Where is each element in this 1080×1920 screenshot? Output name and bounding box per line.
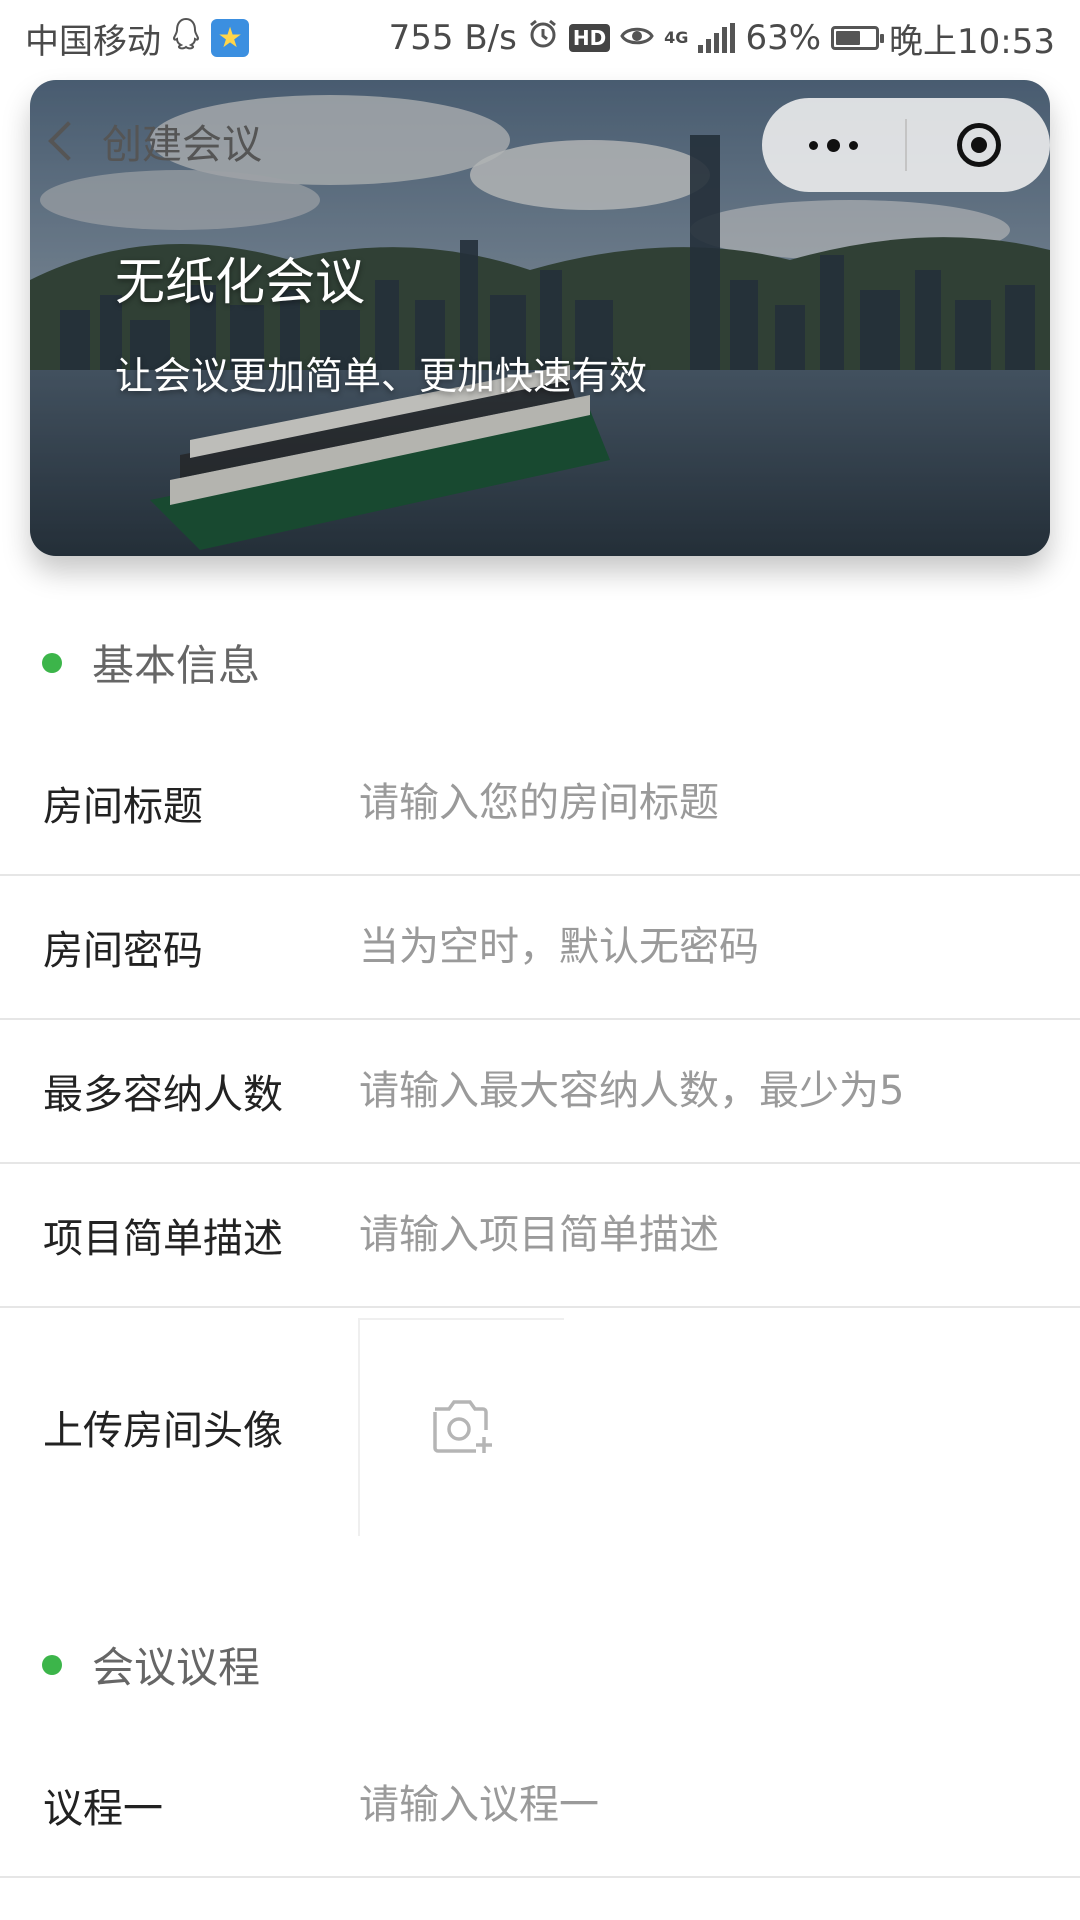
section-dot-icon — [42, 652, 62, 673]
section-title: 会议议程 — [92, 1643, 261, 1692]
section-header-basic: 基本信息 — [42, 632, 260, 693]
room-password-input[interactable] — [359, 917, 1080, 977]
network-speed: 755 B/s — [388, 18, 517, 58]
form-row-agenda-1: 议程一 — [0, 1734, 1080, 1878]
field-label: 房间标题 — [43, 784, 203, 830]
room-title-input[interactable] — [359, 773, 1080, 833]
alarm-icon — [527, 18, 559, 59]
close-target-icon[interactable] — [907, 123, 1050, 167]
form-row-description: 项目简单描述 — [0, 1164, 1080, 1308]
banner-title: 无纸化会议 — [115, 253, 365, 311]
avatar-upload-button[interactable] — [358, 1318, 564, 1536]
nav-title: 创建会议 — [102, 122, 262, 168]
signal-icon — [698, 23, 736, 53]
status-bar: 中国移动 ★ 755 B/s HD 4G 63% 晚上10:53 — [0, 0, 1080, 76]
field-label: 项目简单描述 — [43, 1216, 283, 1262]
field-label: 最多容纳人数 — [43, 1072, 283, 1118]
camera-add-icon — [429, 1397, 495, 1459]
field-label: 房间密码 — [43, 928, 203, 974]
qq-icon — [171, 17, 201, 59]
field-label: 上传房间头像 — [43, 1408, 283, 1454]
description-input[interactable] — [359, 1205, 1080, 1265]
back-button[interactable]: 创建会议 — [40, 112, 262, 170]
network-type: 4G — [664, 28, 689, 47]
carrier-name: 中国移动 — [25, 21, 161, 62]
mini-program-capsule — [762, 98, 1050, 192]
agenda-1-input[interactable] — [359, 1775, 1080, 1835]
section-title: 基本信息 — [92, 641, 261, 690]
battery-percent: 63% — [745, 18, 822, 58]
eye-icon — [620, 18, 654, 58]
form-row-password: 房间密码 — [0, 876, 1080, 1020]
battery-icon — [831, 26, 885, 50]
hd-icon: HD — [568, 24, 611, 52]
capacity-input[interactable] — [359, 1061, 1080, 1121]
star-icon: ★ — [211, 19, 249, 57]
clock: 晚上10:53 — [889, 21, 1055, 62]
section-dot-icon — [42, 1654, 62, 1675]
form-row-avatar: 上传房间头像 — [0, 1318, 1080, 1536]
section-header-agenda: 会议议程 — [42, 1634, 260, 1695]
back-chevron-icon — [48, 121, 88, 161]
hero-banner: 创建会议 无纸化会议 让会议更加简单、更加快速有效 — [30, 80, 1050, 556]
more-dots-icon[interactable] — [762, 138, 905, 152]
banner-subtitle: 让会议更加简单、更加快速有效 — [115, 354, 648, 398]
field-label: 议程一 — [43, 1786, 163, 1832]
form-row-capacity: 最多容纳人数 — [0, 1020, 1080, 1164]
form-row-title: 房间标题 — [0, 732, 1080, 876]
